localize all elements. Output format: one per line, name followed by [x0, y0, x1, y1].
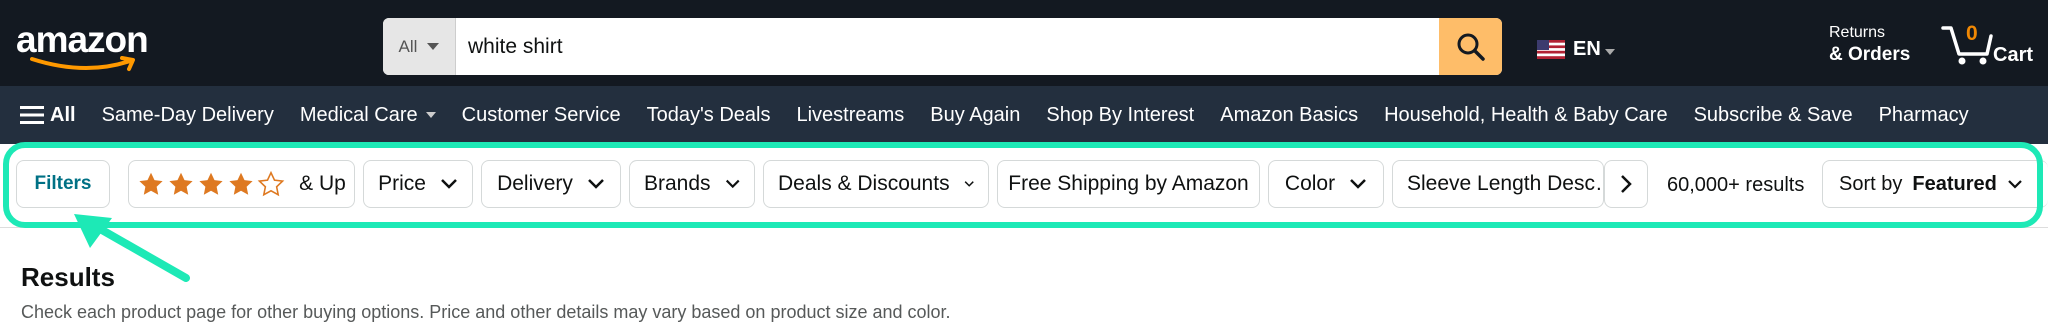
star-filled-icon: [169, 172, 193, 195]
chip-label: Price: [378, 172, 426, 195]
rating-filter-chip[interactable]: & Up: [128, 160, 355, 208]
star-filled-icon: [199, 172, 223, 195]
subnav-item-household-health-baby-care[interactable]: Household, Health & Baby Care: [1384, 104, 1668, 127]
filters-label: Filters: [34, 173, 92, 194]
chevron-right-icon: [1621, 175, 1632, 193]
filters-button[interactable]: Filters: [16, 160, 110, 208]
scroll-right-button[interactable]: [1604, 160, 1648, 208]
cart-button[interactable]: 0 Cart: [1937, 18, 2047, 74]
logo-text: amazon: [16, 19, 149, 60]
subnav-item-buy-again[interactable]: Buy Again: [930, 104, 1020, 127]
language-selector[interactable]: EN: [1537, 38, 1615, 61]
language-label: EN: [1573, 38, 1601, 60]
caret-down-icon: [427, 43, 440, 50]
subnav-item-amazon-basics[interactable]: Amazon Basics: [1220, 104, 1358, 127]
caret-down-icon: [1604, 48, 1615, 55]
sort-value: Featured: [1912, 172, 1997, 195]
cart-count: 0: [1966, 22, 1978, 45]
chevron-down-icon: [2008, 180, 2022, 189]
delivery-filter-chip[interactable]: Delivery: [481, 160, 621, 208]
chevron-down-icon: [441, 179, 457, 189]
star-filled-icon: [229, 172, 253, 195]
chevron-down-icon: [588, 179, 604, 189]
chip-label: Free Shipping by Amazon: [1008, 172, 1249, 195]
star-filled-icon: [139, 172, 163, 195]
search-category-dropdown[interactable]: All: [383, 18, 456, 75]
chevron-down-icon: [964, 181, 974, 187]
sort-dropdown[interactable]: Sort by Featured: [1822, 160, 2048, 208]
rating-stars: [137, 170, 285, 198]
hamburger-icon: [20, 106, 44, 124]
chip-label: Deals & Discounts: [778, 172, 950, 195]
subnav-item-label: Medical Care: [299, 103, 418, 126]
subnav-item-medical-care[interactable]: Medical Care: [300, 104, 436, 127]
deals-discounts-filter-chip[interactable]: Deals & Discounts: [763, 160, 989, 208]
star-empty-icon: [257, 170, 285, 196]
returns-orders-link[interactable]: Returns & Orders: [1829, 22, 1910, 66]
page: amazon All white shirt EN Returns & Orde…: [0, 0, 2048, 326]
chip-label: Sleeve Length Desc…: [1407, 172, 1604, 195]
brands-filter-chip[interactable]: Brands: [629, 160, 755, 208]
secondary-navbar: All Same-Day Delivery Medical Care Custo…: [0, 86, 2048, 144]
subnav-item-customer-service[interactable]: Customer Service: [462, 104, 621, 127]
all-menu-label: All: [50, 103, 76, 126]
chip-label: Brands: [644, 172, 711, 195]
amazon-logo[interactable]: amazon: [16, 19, 149, 71]
us-flag-icon: [1537, 40, 1565, 59]
subnav-item-shop-by-interest[interactable]: Shop By Interest: [1046, 104, 1194, 127]
free-shipping-filter-chip[interactable]: Free Shipping by Amazon: [997, 160, 1260, 208]
orders-label: & Orders: [1829, 44, 1911, 65]
search-icon: [1457, 33, 1485, 61]
search-button[interactable]: [1439, 18, 1502, 75]
subnav-item-pharmacy[interactable]: Pharmacy: [1879, 104, 1969, 127]
results-subtitle: Check each product page for other buying…: [21, 302, 951, 322]
sort-prefix: Sort by: [1839, 172, 1903, 195]
cart-label: Cart: [1993, 44, 2034, 66]
price-filter-chip[interactable]: Price: [363, 160, 473, 208]
search-input[interactable]: [456, 18, 1439, 75]
returns-label: Returns: [1829, 24, 1886, 41]
search-category-label: All: [398, 36, 418, 56]
subnav-item-livestreams[interactable]: Livestreams: [796, 104, 904, 127]
subnav-item-subscribe-save[interactable]: Subscribe & Save: [1694, 104, 1853, 127]
search-bar: All: [383, 18, 1502, 75]
top-navbar: amazon All white shirt EN Returns & Orde…: [0, 0, 2048, 86]
rating-chip-label: & Up: [299, 172, 346, 195]
smile-icon: [30, 56, 135, 71]
all-menu-button[interactable]: All: [20, 104, 76, 127]
chevron-down-icon: [1350, 179, 1366, 189]
filter-bar: Filters & Up Price Delivery Brands Deals…: [0, 144, 2048, 228]
chip-label: Color: [1284, 172, 1336, 195]
color-filter-chip[interactable]: Color: [1268, 160, 1384, 208]
subnav-item-todays-deals[interactable]: Today's Deals: [647, 104, 771, 127]
results-heading: Results: [21, 262, 115, 292]
chevron-down-icon: [725, 179, 740, 189]
subnav-item-same-day-delivery[interactable]: Same-Day Delivery: [102, 104, 274, 127]
caret-down-icon: [425, 112, 436, 118]
sleeve-length-filter-chip[interactable]: Sleeve Length Desc…: [1392, 160, 1604, 208]
results-count: 60,000+ results: [1667, 174, 1805, 196]
chip-label: Delivery: [497, 172, 573, 195]
